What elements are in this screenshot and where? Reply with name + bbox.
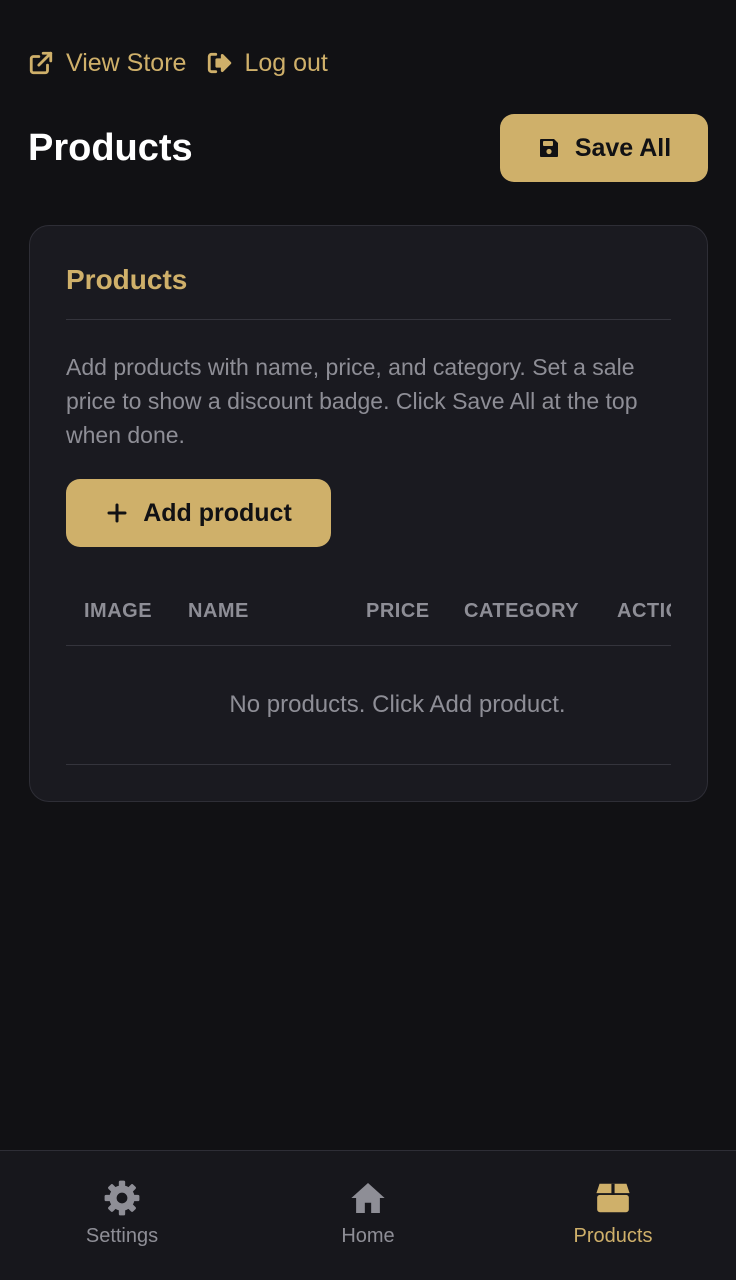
bottom-nav: Settings Home Products — [0, 1150, 736, 1280]
top-nav: View Store Log out — [28, 44, 328, 82]
add-product-button[interactable]: Add product — [66, 479, 331, 547]
view-store-label: View Store — [66, 48, 187, 77]
bottom-nav-home[interactable]: Home — [288, 1179, 448, 1248]
page-header: Products Save All — [28, 114, 708, 182]
card-title: Products — [66, 264, 188, 295]
logout-label: Log out — [244, 48, 328, 77]
card-divider — [66, 319, 671, 320]
page-title: Products — [28, 126, 193, 169]
view-store-link[interactable]: View Store — [28, 49, 186, 78]
bottom-nav-settings[interactable]: Settings — [42, 1179, 202, 1248]
column-header-price: PRICE — [366, 600, 430, 622]
save-all-label: Save All — [574, 133, 672, 162]
column-header-category: CATEGORY — [464, 600, 580, 622]
column-header-image: IMAGE — [84, 600, 153, 622]
external-link-icon — [29, 51, 53, 75]
bottom-nav-products-label: Products — [573, 1225, 653, 1247]
products-card: Products Add products with name, price, … — [29, 225, 708, 802]
bottom-nav-home-label: Home — [341, 1225, 395, 1247]
empty-state-row: No products. Click Add product. — [66, 646, 671, 765]
gear-icon — [104, 1180, 140, 1216]
products-table: IMAGE NAME PRICE CATEGORY ACTIONS No pro… — [66, 578, 671, 765]
column-header-actions: ACTIONS — [617, 600, 671, 622]
plus-icon — [107, 503, 127, 523]
column-header-name: NAME — [188, 600, 249, 622]
box-icon — [595, 1183, 631, 1213]
bottom-nav-settings-label: Settings — [85, 1225, 159, 1247]
logout-link[interactable]: Log out — [206, 48, 328, 78]
save-icon — [539, 139, 558, 157]
app-root: View Store Log out Products Save All Pro… — [0, 0, 736, 1280]
table-header: IMAGE NAME PRICE CATEGORY ACTIONS — [66, 578, 671, 646]
save-all-button[interactable]: Save All — [500, 114, 708, 182]
logout-icon — [208, 52, 232, 74]
bottom-nav-products[interactable]: Products — [533, 1179, 693, 1248]
add-product-label: Add product — [143, 498, 292, 527]
home-icon — [351, 1182, 385, 1214]
card-description: Add products with name, price, and categ… — [66, 354, 638, 448]
empty-state-text: No products. Click Add product. — [229, 691, 566, 718]
